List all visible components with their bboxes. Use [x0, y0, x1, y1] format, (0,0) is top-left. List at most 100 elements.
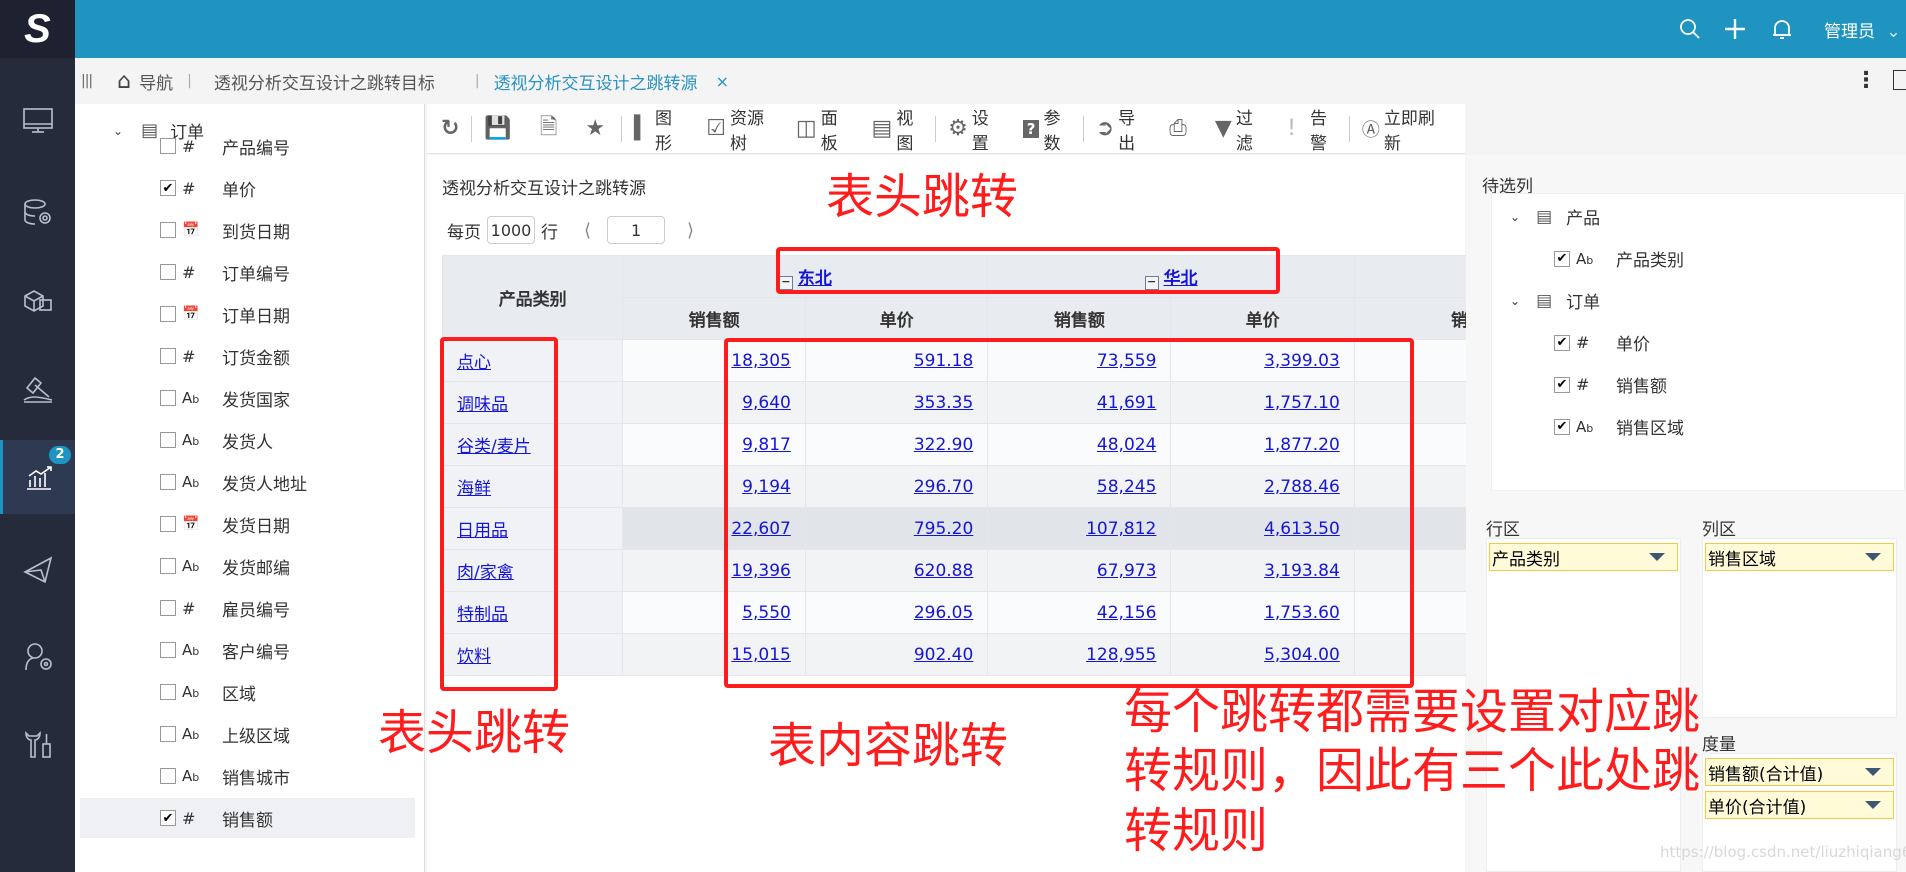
checkbox[interactable]: [160, 306, 176, 322]
field-item[interactable]: # 订货金额: [160, 336, 415, 376]
candidate-field[interactable]: ✔ Ab 产品类别: [1554, 246, 1684, 271]
checkbox[interactable]: [160, 726, 176, 742]
tab-home[interactable]: 导航: [139, 69, 173, 94]
checkbox[interactable]: [160, 222, 176, 238]
user-menu[interactable]: 管理员 ⌄: [1824, 17, 1901, 42]
field-item[interactable]: # 订单编号: [160, 252, 415, 292]
nav-database[interactable]: [0, 176, 75, 250]
bell-icon[interactable]: [1767, 14, 1797, 44]
field-item[interactable]: 📅 订单日期: [160, 294, 415, 334]
home-icon[interactable]: ⌂: [117, 69, 131, 94]
page-input[interactable]: 1: [607, 216, 666, 244]
print-button[interactable]: ⎙: [1169, 116, 1191, 141]
next-page-icon[interactable]: ⟩: [687, 220, 694, 241]
checkbox[interactable]: ✔: [1554, 334, 1570, 351]
tree-node-label: 订单: [1566, 293, 1601, 313]
checkbox[interactable]: [160, 390, 176, 406]
view-button[interactable]: ▤ 视图: [872, 104, 924, 154]
field-item[interactable]: Ab 发货人地址: [160, 462, 415, 502]
field-item[interactable]: ✔ # 销售额: [80, 798, 415, 838]
nav-analysis[interactable]: 2: [0, 440, 75, 514]
nav-cubes[interactable]: [0, 263, 75, 337]
tree-node-product[interactable]: ⌄ ▤ 产品: [1510, 204, 1600, 230]
checkbox[interactable]: [160, 600, 176, 616]
dropdown-arrow-icon[interactable]: [1865, 553, 1881, 561]
refresh-button[interactable]: Ⓐ 立即刷新: [1362, 104, 1441, 154]
checkbox[interactable]: [160, 474, 176, 490]
field-item[interactable]: 📅 到货日期: [160, 210, 415, 250]
export-button[interactable]: ➲ 导出: [1096, 104, 1146, 154]
tree-node-order[interactable]: ⌄ ▤ 订单: [1510, 288, 1601, 314]
dropdown-arrow-icon[interactable]: [1649, 553, 1665, 561]
per-page-input[interactable]: 1000: [487, 216, 535, 244]
field-item[interactable]: Ab 发货国家: [160, 378, 415, 418]
field-item[interactable]: Ab 发货邮编: [160, 546, 415, 586]
chevron-down-icon[interactable]: ⌄: [1510, 210, 1520, 224]
filter-button[interactable]: ▼ 过滤: [1215, 104, 1263, 154]
field-item[interactable]: ✔ # 单价: [160, 168, 415, 208]
nav-tools[interactable]: [0, 708, 75, 782]
candidate-field[interactable]: ✔ Ab 销售区域: [1554, 414, 1684, 439]
checkbox[interactable]: [160, 768, 176, 784]
checkbox[interactable]: [160, 348, 176, 364]
candidate-field[interactable]: ✔ # 销售额: [1554, 372, 1667, 397]
checkbox[interactable]: [160, 432, 176, 448]
field-item[interactable]: Ab 客户编号: [160, 630, 415, 670]
dropdown-arrow-icon[interactable]: [1865, 801, 1881, 809]
sidebar-toggle-icon[interactable]: |||: [81, 73, 93, 89]
app-logo[interactable]: S: [0, 0, 75, 58]
field-item[interactable]: # 产品编号: [160, 126, 415, 166]
nav-hammer[interactable]: [0, 352, 75, 426]
divider: [935, 115, 937, 142]
field-item[interactable]: Ab 区域: [160, 672, 415, 712]
chart-button[interactable]: ▍ 图形: [634, 104, 682, 154]
add-icon[interactable]: [1720, 14, 1750, 44]
checkbox[interactable]: [160, 516, 176, 532]
measure-zone-item[interactable]: 销售额(合计值): [1705, 758, 1894, 786]
checkbox[interactable]: ✔: [160, 810, 176, 826]
nav-send[interactable]: [0, 532, 75, 606]
checkbox[interactable]: [160, 642, 176, 658]
field-item[interactable]: 📅 发货日期: [160, 504, 415, 544]
checkbox[interactable]: [160, 138, 176, 154]
checkbox[interactable]: [160, 684, 176, 700]
save-button[interactable]: 💾: [484, 116, 515, 141]
chevron-down-icon[interactable]: ⌄: [113, 124, 123, 138]
resource-tree-button[interactable]: ☑ 资源树: [706, 104, 772, 154]
checkbox[interactable]: ✔: [1554, 250, 1570, 267]
swap-icon[interactable]: ↻: [441, 116, 459, 141]
checkbox[interactable]: ✔: [1554, 418, 1570, 435]
close-tab-icon[interactable]: ×: [716, 72, 729, 91]
row-zone-item[interactable]: 产品类别: [1489, 543, 1678, 571]
field-item[interactable]: # 雇员编号: [160, 588, 415, 628]
alert-button[interactable]: ! 告警: [1287, 104, 1337, 154]
save-as-button[interactable]: 🗎: [540, 110, 562, 148]
checkbox[interactable]: [160, 558, 176, 574]
field-item[interactable]: Ab 上级区域: [160, 714, 415, 754]
measure-zone-item[interactable]: 单价(合计值): [1705, 791, 1894, 819]
prev-page-icon[interactable]: ⟨: [584, 220, 591, 241]
field-item[interactable]: Ab 销售城市: [160, 756, 415, 796]
field-item[interactable]: Ab 发货人: [160, 420, 415, 460]
nav-monitor[interactable]: [0, 84, 75, 158]
checkbox[interactable]: [160, 264, 176, 280]
params-button[interactable]: ? 参数: [1022, 104, 1071, 154]
candidate-field[interactable]: ✔ # 单价: [1554, 330, 1650, 355]
maximize-icon[interactable]: [1893, 70, 1906, 90]
tab-jump-target[interactable]: 透视分析交互设计之跳转目标: [214, 69, 435, 94]
user-settings-icon: [24, 643, 52, 671]
dropdown-arrow-icon[interactable]: [1865, 768, 1881, 776]
tab-jump-source[interactable]: 透视分析交互设计之跳转源: [494, 69, 698, 94]
chevron-down-icon[interactable]: ⌄: [1510, 294, 1520, 308]
checkbox[interactable]: ✔: [1554, 376, 1570, 393]
region-header-2: [1353, 255, 1469, 298]
favorite-button[interactable]: ★: [585, 116, 609, 141]
nav-user-settings[interactable]: [0, 620, 75, 694]
more-options-icon[interactable]: ⋮: [1855, 68, 1877, 93]
checkbox[interactable]: ✔: [160, 180, 176, 196]
settings-button[interactable]: ⚙ 设置: [948, 104, 999, 154]
col-zone-item[interactable]: 销售区域: [1705, 543, 1894, 571]
search-icon[interactable]: [1675, 14, 1705, 44]
save-as-icon: 🗎: [539, 114, 558, 140]
panel-button[interactable]: ◫ 面板: [796, 104, 848, 154]
